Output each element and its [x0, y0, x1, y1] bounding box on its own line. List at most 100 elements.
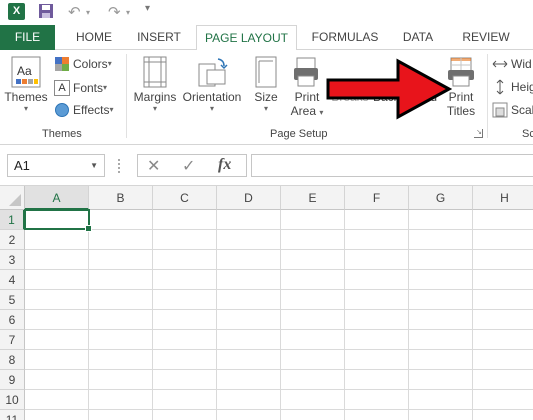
row-header-9[interactable]: 9 [0, 370, 25, 390]
print-area-icon [288, 54, 326, 90]
undo-icon[interactable]: ↶ [68, 3, 81, 21]
row-header-11[interactable]: 11 [0, 410, 25, 420]
customize-icon[interactable]: ▾ [145, 3, 150, 14]
row-header-2[interactable]: 2 [0, 230, 25, 250]
themes-button[interactable]: Aa Themes ▾ [4, 54, 48, 113]
size-icon [250, 54, 282, 90]
column-header-g[interactable]: G [409, 186, 473, 210]
width-icon [492, 60, 508, 68]
annotation-arrow-icon [326, 58, 452, 120]
formula-buttons: ✕ ✓ fx [137, 154, 247, 177]
print-area-label-line2: Area [290, 104, 316, 118]
width-label: Wid [511, 57, 532, 71]
column-header-a[interactable]: A [25, 186, 89, 210]
formula-bar: A1 ▼ ✕ ✓ fx [0, 146, 533, 186]
save-icon[interactable] [38, 3, 54, 22]
colors-icon [55, 57, 69, 71]
group-separator [487, 54, 488, 138]
effects-icon [55, 103, 69, 117]
row-header-10[interactable]: 10 [0, 390, 25, 410]
size-button[interactable]: Size ▾ [250, 54, 282, 113]
redo-icon[interactable]: ↷ [108, 3, 121, 21]
redo-dropdown-icon[interactable]: ▾ [126, 8, 130, 17]
tab-review[interactable]: REVIEW [455, 25, 517, 50]
formula-input[interactable] [251, 154, 533, 177]
themes-dropdown-icon: ▾ [23, 104, 28, 113]
fonts-button[interactable]: A Fonts ▾ [54, 78, 107, 98]
print-area-dropdown-icon: ▾ [319, 108, 324, 117]
tab-page-layout[interactable]: PAGE LAYOUT [196, 25, 297, 51]
insert-function-icon[interactable]: fx [218, 156, 231, 174]
margins-button[interactable]: Margins ▾ [131, 54, 179, 113]
spreadsheet-grid[interactable]: ABCDEFGH 1 2 3 4 5 6 7 8 9 10 11 [0, 186, 533, 420]
tab-formulas[interactable]: FORMULAS [303, 25, 387, 50]
height-icon [496, 79, 504, 95]
name-box[interactable]: A1 ▼ [7, 154, 105, 177]
themes-icon: Aa [4, 54, 48, 90]
name-box-dropdown-icon[interactable]: ▼ [90, 155, 98, 176]
themes-group-label: Themes [42, 128, 82, 140]
height-control[interactable]: Heig [492, 77, 533, 97]
row-header-5[interactable]: 5 [0, 290, 25, 310]
row-header-1[interactable]: 1 [0, 210, 25, 230]
tab-data[interactable]: DATA [393, 25, 443, 50]
formula-bar-grip-icon [118, 159, 121, 173]
scale-label: Scal [511, 103, 533, 117]
size-label: Size [254, 90, 278, 104]
cancel-icon[interactable]: ✕ [147, 156, 160, 176]
cell-area[interactable] [25, 210, 533, 420]
effects-dropdown-icon: ▾ [109, 105, 114, 114]
height-label: Heig [511, 80, 533, 94]
ribbon: Aa Themes ▾ Colors ▾ A Fonts ▾ Effects ▾ Th… [0, 50, 533, 145]
effects-button[interactable]: Effects ▾ [54, 100, 113, 120]
tab-home[interactable]: HOME [66, 25, 122, 50]
tab-insert[interactable]: INSERT [128, 25, 190, 50]
enter-icon[interactable]: ✓ [182, 156, 195, 176]
effects-label: Effects [73, 103, 110, 117]
scale-control[interactable]: Scal [492, 100, 533, 120]
orientation-button[interactable]: Orientation ▾ [180, 54, 244, 113]
quick-access-toolbar: X ↶ ▾ ↷ ▾ ▾ [0, 0, 533, 25]
orientation-dropdown-icon: ▾ [209, 104, 214, 113]
excel-icon: X [8, 3, 25, 20]
size-dropdown-icon: ▾ [263, 104, 268, 113]
margins-label: Margins [133, 90, 177, 104]
tab-file[interactable]: FILE [0, 25, 55, 50]
orientation-icon [180, 54, 244, 90]
undo-dropdown-icon[interactable]: ▾ [86, 8, 90, 17]
fonts-icon: A [54, 80, 70, 96]
column-header-e[interactable]: E [281, 186, 345, 210]
row-header-7[interactable]: 7 [0, 330, 25, 350]
group-separator [126, 54, 127, 138]
themes-icon-text: Aa [17, 64, 32, 78]
column-header-f[interactable]: F [345, 186, 409, 210]
scale-to-fit-group-label: Sc [522, 128, 533, 140]
page-setup-group-label: Page Setup [270, 128, 328, 140]
column-header-b[interactable]: B [89, 186, 153, 210]
scale-icon [492, 102, 508, 118]
name-box-value: A1 [14, 158, 30, 173]
row-header-4[interactable]: 4 [0, 270, 25, 290]
width-control[interactable]: Wid [492, 54, 532, 74]
row-header-8[interactable]: 8 [0, 350, 25, 370]
row-header-6[interactable]: 6 [0, 310, 25, 330]
margins-dropdown-icon: ▾ [152, 104, 157, 113]
themes-label: Themes [4, 90, 48, 104]
select-all-corner[interactable] [0, 186, 25, 210]
fonts-label: Fonts [73, 81, 104, 95]
ribbon-tabs: FILE HOME INSERT PAGE LAYOUT FORMULAS DA… [0, 25, 533, 51]
page-setup-dialog-launcher-icon[interactable]: ↘ [474, 129, 483, 138]
colors-label: Colors [73, 57, 108, 71]
active-cell-selection[interactable] [24, 209, 92, 232]
print-area-button[interactable]: Print Area ▾ [288, 54, 326, 120]
column-header-c[interactable]: C [153, 186, 217, 210]
margins-icon [131, 54, 179, 90]
column-header-d[interactable]: D [217, 186, 281, 210]
column-header-h[interactable]: H [473, 186, 533, 210]
row-header-3[interactable]: 3 [0, 250, 25, 270]
colors-button[interactable]: Colors ▾ [54, 54, 112, 74]
orientation-label: Orientation [182, 90, 242, 104]
colors-dropdown-icon: ▾ [107, 59, 112, 68]
print-area-label-line1: Print [294, 90, 320, 104]
fonts-dropdown-icon: ▾ [103, 83, 108, 92]
